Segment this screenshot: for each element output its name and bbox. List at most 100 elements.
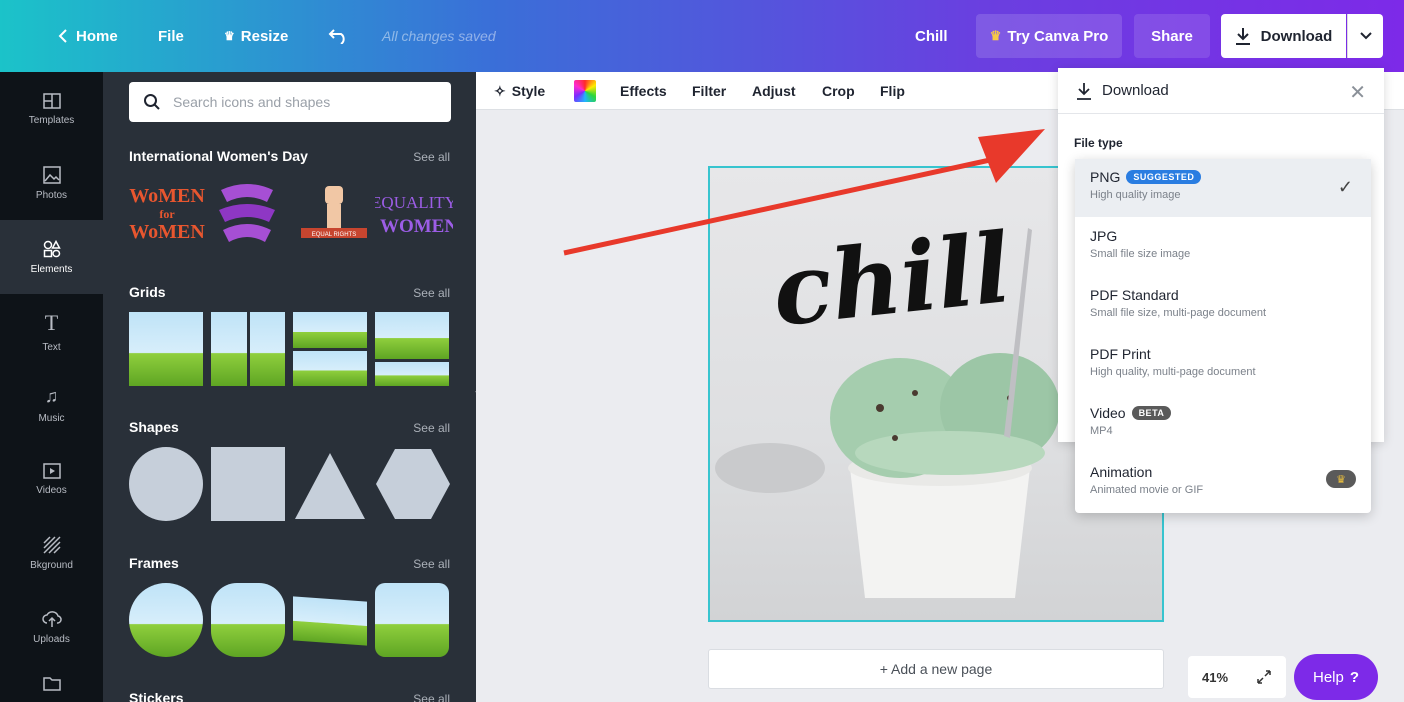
design-name[interactable]: Chill	[915, 0, 948, 72]
rail-label: Text	[42, 341, 61, 353]
adjust-button[interactable]: Adjust	[752, 72, 796, 110]
color-button[interactable]	[574, 72, 596, 110]
grid-cell	[375, 312, 449, 360]
uploads-icon	[41, 610, 62, 627]
women-for-women-sticker: WoMEN for WoMEN	[129, 185, 205, 243]
rail-item-photos[interactable]: Photos	[0, 146, 103, 220]
undo-button[interactable]	[328, 0, 358, 72]
file-type-option-animation[interactable]: Animation Animated movie or GIF ♛	[1075, 454, 1371, 512]
file-type-option-pdf-standard[interactable]: PDF Standard Small file size, multi-page…	[1075, 277, 1371, 335]
section-title-grids: Grids	[129, 284, 166, 300]
svg-text:EQUALITY: EQUALITY	[375, 193, 453, 212]
triangle-shape[interactable]	[293, 447, 367, 521]
effects-button[interactable]: Effects	[620, 72, 667, 110]
rail-item-music[interactable]: ♫ Music	[0, 368, 103, 442]
resize-button[interactable]: ♛ Resize	[224, 0, 288, 72]
rail-item-videos[interactable]: Videos	[0, 442, 103, 516]
svg-text:WoMEN: WoMEN	[129, 185, 205, 207]
frame-tilted[interactable]	[293, 596, 367, 646]
zoom-control[interactable]: 41%	[1188, 656, 1286, 698]
grid-cell	[211, 312, 247, 386]
rail-item-elements[interactable]: Elements	[0, 220, 103, 294]
file-type-dropdown: PNG SUGGESTED High quality image ✓ JPG S…	[1075, 159, 1371, 513]
search-box[interactable]	[129, 82, 451, 122]
see-all-link[interactable]: See all	[413, 692, 450, 702]
svg-text:WoMEN: WoMEN	[129, 221, 205, 243]
flip-button[interactable]: Flip	[880, 72, 905, 110]
see-all-link[interactable]: See all	[413, 150, 450, 164]
download-icon	[1235, 28, 1250, 45]
file-type-option-jpg[interactable]: JPG Small file size image	[1075, 218, 1371, 276]
top-bar: Home File ♛ Resize All changes saved Chi…	[0, 0, 1404, 72]
square-shape[interactable]	[211, 447, 285, 521]
file-type-option-pdf-print[interactable]: PDF Print High quality, multi-page docum…	[1075, 336, 1371, 394]
zoom-level[interactable]: 41%	[1202, 670, 1228, 685]
search-input[interactable]	[173, 94, 423, 110]
rail-item-text[interactable]: T Text	[0, 294, 103, 368]
elements-icon	[43, 239, 61, 257]
option-description: Small file size, multi-page document	[1090, 307, 1267, 319]
see-all-link[interactable]: See all	[413, 286, 450, 300]
grid-cell	[249, 312, 285, 386]
rail-label: Uploads	[33, 633, 70, 645]
add-page-button[interactable]: + Add a new page	[708, 649, 1164, 689]
rail-item-uploads[interactable]: Uploads	[0, 590, 103, 664]
side-rail: Templates Photos Elements T Text ♫ Music…	[0, 72, 103, 702]
frame-scalloped[interactable]	[211, 583, 285, 657]
sticker-fist[interactable]: EQUAL RIGHTS	[299, 176, 369, 248]
file-label: File	[158, 27, 184, 45]
circle-shape[interactable]	[129, 447, 203, 521]
download-icon	[1077, 82, 1091, 100]
home-button[interactable]: Home	[58, 0, 118, 72]
equality-women-sticker: EQUALITY WOMEN	[375, 193, 453, 237]
download-panel-title: Download	[1102, 82, 1169, 99]
style-button[interactable]: ✧ Style	[494, 72, 545, 110]
suggested-badge: SUGGESTED	[1126, 170, 1202, 184]
frame-rounded[interactable]	[375, 583, 449, 657]
file-menu[interactable]: File	[158, 0, 184, 72]
grid-single[interactable]	[129, 312, 203, 386]
section-title-womens-day: International Women's Day	[129, 148, 308, 164]
frame-circle[interactable]	[129, 583, 203, 657]
download-dropdown-toggle[interactable]	[1347, 14, 1383, 58]
option-name: JPG	[1090, 228, 1118, 244]
try-pro-button[interactable]: ♛ Try Canva Pro	[976, 14, 1122, 58]
help-button[interactable]: Help ?	[1294, 654, 1378, 700]
grid-two-row[interactable]	[293, 312, 367, 386]
sticker-equality-women[interactable]: EQUALITY WOMEN	[375, 176, 453, 248]
share-button[interactable]: Share	[1134, 14, 1210, 58]
expand-icon[interactable]	[1256, 669, 1272, 685]
grid-two-row-unequal[interactable]	[375, 312, 449, 386]
checkmark-icon: ✓	[1337, 177, 1353, 197]
file-type-option-png[interactable]: PNG SUGGESTED High quality image ✓	[1075, 159, 1371, 217]
download-panel-header: Download	[1058, 68, 1384, 114]
section-title-shapes: Shapes	[129, 419, 179, 435]
option-name: Video	[1090, 405, 1126, 421]
crop-button[interactable]: Crop	[822, 72, 855, 110]
close-icon[interactable]: ✕	[1349, 80, 1366, 105]
sticker-ribbons[interactable]	[211, 176, 283, 248]
section-title-stickers: Stickers	[129, 690, 184, 702]
music-icon: ♫	[44, 386, 59, 406]
svg-text:for: for	[159, 207, 175, 221]
beta-badge: BETA	[1131, 406, 1172, 420]
grid-two-column[interactable]	[211, 312, 285, 386]
filter-button[interactable]: Filter	[692, 72, 726, 110]
crown-icon: ♛	[989, 28, 1002, 43]
crown-icon: ♛	[224, 29, 235, 43]
undo-icon	[328, 29, 345, 44]
option-name: PDF Print	[1090, 346, 1151, 362]
rail-item-folder[interactable]	[0, 664, 103, 702]
see-all-link[interactable]: See all	[413, 557, 450, 571]
rail-item-templates[interactable]: Templates	[0, 72, 103, 146]
file-type-option-video[interactable]: Video BETA MP4	[1075, 395, 1371, 453]
rail-item-background[interactable]: Bkground	[0, 516, 103, 590]
rail-label: Videos	[36, 484, 67, 496]
sticker-women-for-women[interactable]: WoMEN for WoMEN	[129, 176, 205, 248]
design-name-label: Chill	[915, 27, 948, 45]
home-label: Home	[76, 27, 118, 45]
save-status: All changes saved	[382, 28, 496, 44]
download-button[interactable]: Download	[1221, 14, 1346, 58]
hexagon-shape[interactable]	[375, 447, 451, 521]
see-all-link[interactable]: See all	[413, 421, 450, 435]
